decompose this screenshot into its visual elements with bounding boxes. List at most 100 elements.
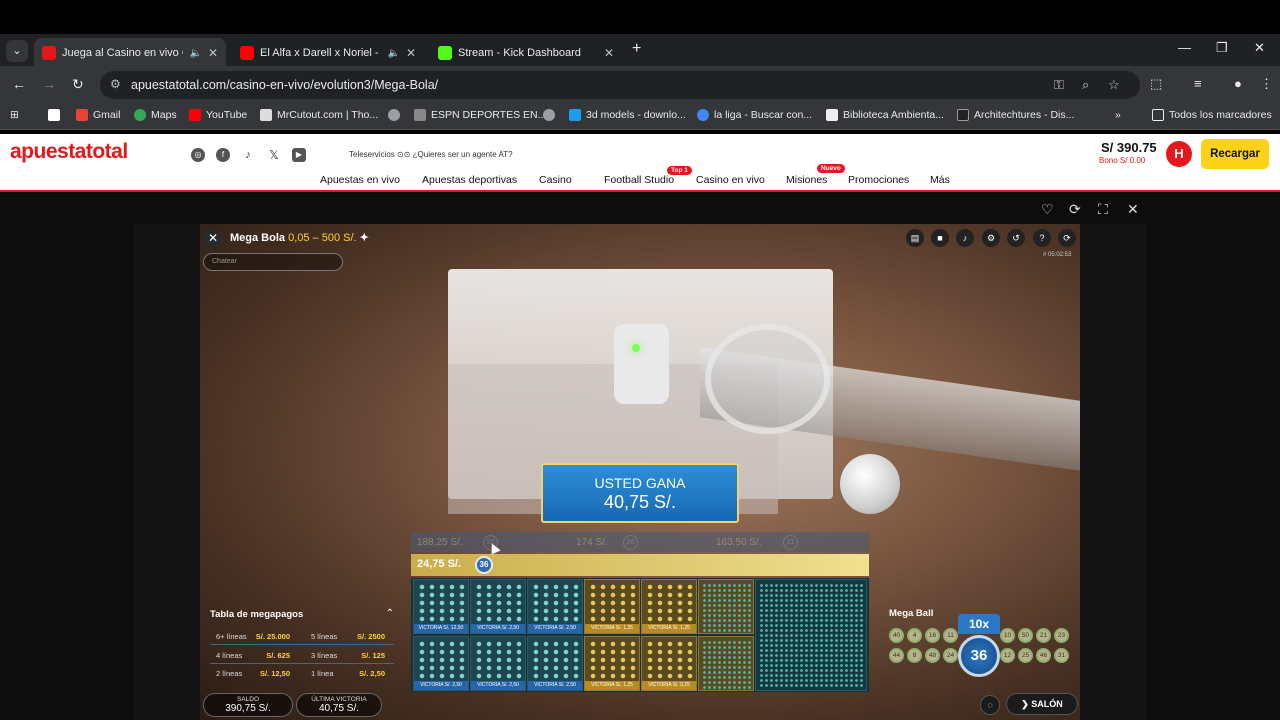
- card-grid: [588, 640, 638, 680]
- nav-apuestas-en-vivo[interactable]: Apuestas en vivo: [320, 174, 400, 186]
- bingo-card[interactable]: VICTORIA S/. 1,25: [584, 636, 640, 691]
- bookmark-3dmodels[interactable]: 3d models - downlo...: [569, 109, 686, 121]
- user-avatar[interactable]: H: [1166, 141, 1192, 167]
- bingo-card[interactable]: VICTORIA S/. 2,50: [470, 579, 526, 634]
- salon-button[interactable]: ❯ SALÓN: [1006, 693, 1078, 715]
- minimize-icon[interactable]: —: [1178, 40, 1191, 55]
- ultima-victoria-value: 40,75 S/.: [318, 703, 360, 714]
- bingo-card[interactable]: VICTORIA S/. 12,50: [413, 579, 469, 634]
- card-grid: [759, 583, 865, 689]
- bingo-card[interactable]: [698, 579, 754, 634]
- extensions-icon[interactable]: ⬚: [1150, 76, 1162, 92]
- chat-toggle-icon[interactable]: ▤: [906, 229, 924, 247]
- address-bar[interactable]: ⚙ apuestatotal.com/casino-en-vivo/evolut…: [100, 71, 1140, 99]
- bookmark-star-icon[interactable]: ☆: [1108, 77, 1120, 93]
- bingo-card[interactable]: VICTORIA S/. 2,50: [527, 579, 583, 634]
- apps-grid-icon[interactable]: ⊞: [10, 109, 19, 121]
- nav-apuestas-deportivas[interactable]: Apuestas deportivas: [422, 174, 517, 186]
- close-game-icon[interactable]: ✕: [1127, 201, 1139, 218]
- recargar-button[interactable]: Recargar: [1201, 139, 1269, 169]
- bookmark-label: la liga - Buscar con...: [714, 109, 813, 121]
- bookmark-laliga[interactable]: la liga - Buscar con...: [697, 109, 812, 121]
- bookmark-maps[interactable]: Maps: [134, 109, 177, 121]
- fullscreen-icon[interactable]: ⛶: [1098, 201, 1108, 218]
- bookmark-gmail[interactable]: Gmail: [76, 109, 120, 121]
- more-bookmarks-icon[interactable]: »: [1115, 109, 1121, 121]
- game-close-button[interactable]: ✕: [203, 228, 223, 248]
- close-window-icon[interactable]: ✕: [1254, 40, 1265, 56]
- reload-icon[interactable]: ↻: [72, 76, 84, 93]
- bingo-card[interactable]: VICTORIA S/. 1,25: [641, 579, 697, 634]
- facebook-icon[interactable]: f: [216, 148, 230, 162]
- bingo-card[interactable]: VICTORIA S/. 2,50: [527, 636, 583, 691]
- nav-casino[interactable]: Casino: [539, 174, 572, 186]
- nav-misiones[interactable]: Misiones: [786, 174, 827, 186]
- site-info-icon[interactable]: ⚙: [110, 77, 121, 91]
- paytable-lines: 4 líneas: [216, 651, 243, 660]
- bingo-card[interactable]: VICTORIA S/. 0,25: [641, 636, 697, 691]
- bookmark-architechtures[interactable]: Architechtures - Dis...: [957, 109, 1074, 121]
- bookmark-globe-2[interactable]: [543, 109, 555, 121]
- menu-icon[interactable]: ⋮: [1260, 76, 1273, 92]
- nav-promociones[interactable]: Promociones: [848, 174, 909, 186]
- chat-bubble-icon[interactable]: ◌: [980, 695, 1000, 715]
- card-victoria: VICTORIA S/. 2,50: [414, 681, 468, 690]
- help-icon[interactable]: ?: [1033, 229, 1051, 247]
- settings-gear-icon[interactable]: ⚙: [982, 229, 1000, 247]
- new-tab-icon[interactable]: +: [632, 40, 641, 58]
- tab-search-button[interactable]: ⌄: [6, 40, 28, 62]
- close-tab-icon[interactable]: ✕: [406, 46, 416, 60]
- bookmark-kick[interactable]: [48, 109, 60, 121]
- zoom-icon[interactable]: ⌕: [1082, 77, 1089, 93]
- refresh-game-icon[interactable]: ⟳: [1069, 201, 1081, 218]
- x-twitter-icon[interactable]: 𝕏: [267, 148, 281, 162]
- bingo-card[interactable]: VICTORIA S/. 1,25: [584, 579, 640, 634]
- bookmark-biblioteca[interactable]: Biblioteca Ambienta...: [826, 109, 944, 121]
- all-bookmarks[interactable]: Todos los marcadores: [1152, 109, 1272, 121]
- bookmark-mrcutout[interactable]: MrCutout.com | Tho...: [260, 109, 378, 121]
- profile-icon[interactable]: ●: [1234, 76, 1242, 91]
- bingo-card[interactable]: VICTORIA S/. 2,50: [413, 636, 469, 691]
- forward-icon[interactable]: →: [42, 76, 56, 92]
- nav-mas[interactable]: Más: [930, 174, 950, 186]
- chevron-up-icon[interactable]: ⌃: [386, 608, 394, 619]
- tiktok-icon[interactable]: ♪: [241, 148, 255, 162]
- history-icon[interactable]: ↺: [1007, 229, 1025, 247]
- speaker-icon[interactable]: 🔈: [189, 48, 201, 59]
- instagram-icon[interactable]: ◎: [191, 148, 205, 162]
- restore-icon[interactable]: ❐: [1216, 40, 1228, 56]
- bingo-cards-mini[interactable]: [755, 579, 867, 691]
- megaball-ball: 21: [1036, 628, 1051, 643]
- lobby-icon[interactable]: ⟳: [1058, 229, 1076, 247]
- nav-football-studio[interactable]: Football Studio: [604, 174, 674, 186]
- card-victoria: VICTORIA S/. 1,25: [642, 624, 696, 633]
- browser-tab-kick[interactable]: Stream - Kick Dashboard ✕: [430, 38, 622, 68]
- current-result-bar: 24,75 S/. 36: [411, 554, 869, 576]
- agent-question[interactable]: ¿Quieres ser un agente AT?: [413, 150, 513, 159]
- pin-icon[interactable]: ✦: [360, 232, 369, 244]
- bookmark-globe[interactable]: [388, 109, 400, 121]
- bingo-card[interactable]: [698, 636, 754, 691]
- bookmark-youtube[interactable]: YouTube: [189, 109, 247, 121]
- close-tab-icon[interactable]: ✕: [208, 46, 218, 60]
- volume-icon[interactable]: ♪: [956, 229, 974, 247]
- speaker-icon[interactable]: 🔈: [387, 48, 399, 59]
- media-control-icon[interactable]: ≡: [1194, 76, 1202, 91]
- site-logo[interactable]: apuestatotal: [10, 140, 128, 164]
- video-green-led: [632, 344, 640, 352]
- back-icon[interactable]: ←: [12, 76, 26, 92]
- bingo-card[interactable]: VICTORIA S/. 2,50: [470, 636, 526, 691]
- close-tab-icon[interactable]: ✕: [604, 46, 614, 60]
- favorite-heart-icon[interactable]: ♡: [1041, 201, 1054, 218]
- youtube-icon[interactable]: ▶: [292, 148, 306, 162]
- kick-icon: [48, 109, 60, 121]
- bookmark-espn[interactable]: ESPN DEPORTES EN...: [414, 109, 546, 121]
- apuestatotal-favicon-icon: [42, 46, 56, 60]
- browser-tab-casino[interactable]: Juega al Casino en vivo Onl 🔈 ✕: [34, 38, 226, 68]
- teleservicios[interactable]: Teleservicios ⊙⊙ ¿Quieres ser un agente …: [349, 150, 513, 159]
- chat-input[interactable]: Chatear: [203, 253, 343, 271]
- video-icon[interactable]: ■: [931, 229, 949, 247]
- password-key-icon[interactable]: ⚿: [1054, 77, 1064, 93]
- browser-tab-youtube[interactable]: El Alfa x Darell x Noriel - 4K 🔈 ✕: [232, 38, 424, 68]
- nav-casino-en-vivo[interactable]: Casino en vivo: [696, 174, 765, 186]
